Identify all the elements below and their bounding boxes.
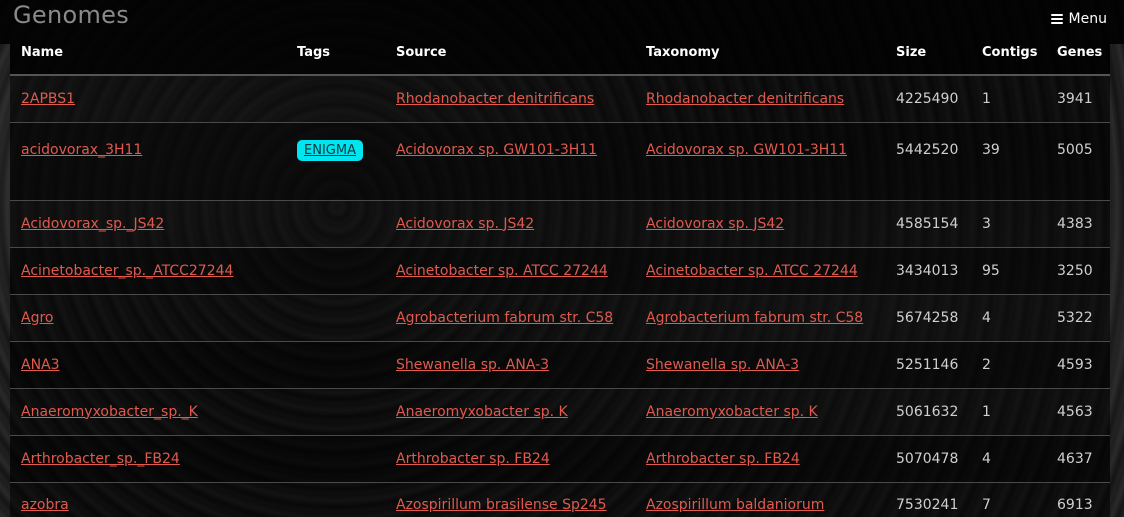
table-row: 2APBS1 Rhodanobacter denitrificans Rhoda… <box>10 75 1110 122</box>
column-header-tags[interactable]: Tags <box>286 44 385 76</box>
genome-name-link[interactable]: Acidovorax_sp._JS42 <box>21 216 164 232</box>
source-link[interactable]: Agrobacterium fabrum str. C58 <box>396 310 613 326</box>
size-cell: 5442520 <box>896 141 959 158</box>
genomes-table: Name Tags Source Taxonomy Size Contigs G… <box>10 44 1110 517</box>
genes-cell: 6913 <box>1057 496 1093 513</box>
column-header-name[interactable]: Name <box>10 44 286 76</box>
size-cell: 5674258 <box>896 309 959 326</box>
source-link[interactable]: Shewanella sp. ANA-3 <box>396 357 549 373</box>
source-link[interactable]: Acidovorax sp. GW101-3H11 <box>396 142 597 158</box>
genes-cell: 5005 <box>1057 141 1093 158</box>
contigs-cell: 1 <box>982 403 991 420</box>
genome-name-link[interactable]: Acinetobacter_sp._ATCC27244 <box>21 263 233 279</box>
contigs-cell: 95 <box>982 262 1000 279</box>
genome-name-link[interactable]: Agro <box>21 310 53 326</box>
column-header-taxonomy[interactable]: Taxonomy <box>635 44 885 76</box>
genome-name-link[interactable]: ANA3 <box>21 357 60 373</box>
taxonomy-link[interactable]: Anaeromyxobacter sp. K <box>646 404 818 420</box>
genome-name-link[interactable]: Arthrobacter_sp._FB24 <box>21 451 180 467</box>
tag-badge[interactable]: ENIGMA <box>297 139 363 161</box>
size-cell: 4225490 <box>896 90 959 107</box>
genes-cell: 5322 <box>1057 309 1093 326</box>
contigs-cell: 1 <box>982 90 991 107</box>
table-row: Agro Agrobacterium fabrum str. C58 Agrob… <box>10 294 1110 341</box>
taxonomy-link[interactable]: Shewanella sp. ANA-3 <box>646 357 799 373</box>
column-header-source[interactable]: Source <box>385 44 635 76</box>
taxonomy-link[interactable]: Rhodanobacter denitrificans <box>646 91 844 107</box>
size-cell: 5251146 <box>896 356 959 373</box>
genes-cell: 4593 <box>1057 356 1093 373</box>
table-row: Anaeromyxobacter_sp._K Anaeromyxobacter … <box>10 388 1110 435</box>
genome-name-link[interactable]: acidovorax_3H11 <box>21 142 142 158</box>
menu-button[interactable]: Menu <box>1050 11 1107 27</box>
genes-cell: 3250 <box>1057 262 1093 279</box>
hamburger-icon <box>1050 14 1063 24</box>
size-cell: 4585154 <box>896 215 959 232</box>
table-header: Name Tags Source Taxonomy Size Contigs G… <box>10 44 1110 76</box>
contigs-cell: 2 <box>982 356 991 373</box>
contigs-cell: 4 <box>982 309 991 326</box>
table-row: azobra Azospirillum brasilense Sp245 Azo… <box>10 482 1110 517</box>
menu-label: Menu <box>1068 11 1107 27</box>
source-link[interactable]: Acinetobacter sp. ATCC 27244 <box>396 263 608 279</box>
genome-name-link[interactable]: 2APBS1 <box>21 91 75 107</box>
contigs-cell: 39 <box>982 141 1000 158</box>
contigs-cell: 3 <box>982 215 991 232</box>
taxonomy-link[interactable]: Acinetobacter sp. ATCC 27244 <box>646 263 858 279</box>
genes-cell: 3941 <box>1057 90 1093 107</box>
genome-name-link[interactable]: Anaeromyxobacter_sp._K <box>21 404 198 420</box>
column-header-size[interactable]: Size <box>885 44 971 76</box>
table-row: ANA3 Shewanella sp. ANA-3 Shewanella sp.… <box>10 341 1110 388</box>
source-link[interactable]: Rhodanobacter denitrificans <box>396 91 594 107</box>
table-body: 2APBS1 Rhodanobacter denitrificans Rhoda… <box>10 75 1110 517</box>
column-header-genes[interactable]: Genes <box>1046 44 1110 76</box>
genes-cell: 4637 <box>1057 450 1093 467</box>
source-link[interactable]: Azospirillum brasilense Sp245 <box>396 497 607 513</box>
size-cell: 3434013 <box>896 262 959 279</box>
source-link[interactable]: Anaeromyxobacter sp. K <box>396 404 568 420</box>
taxonomy-link[interactable]: Acidovorax sp. GW101-3H11 <box>646 142 847 158</box>
taxonomy-link[interactable]: Agrobacterium fabrum str. C58 <box>646 310 863 326</box>
taxonomy-link[interactable]: Arthrobacter sp. FB24 <box>646 451 800 467</box>
contigs-cell: 4 <box>982 450 991 467</box>
size-cell: 7530241 <box>896 496 959 513</box>
table-row: Arthrobacter_sp._FB24 Arthrobacter sp. F… <box>10 435 1110 482</box>
size-cell: 5070478 <box>896 450 959 467</box>
genome-name-link[interactable]: azobra <box>21 497 69 513</box>
size-cell: 5061632 <box>896 403 959 420</box>
column-header-contigs[interactable]: Contigs <box>971 44 1046 76</box>
table-row: acidovorax_3H11 ENIGMA Acidovorax sp. GW… <box>10 122 1110 200</box>
genes-cell: 4383 <box>1057 215 1093 232</box>
taxonomy-link[interactable]: Azospirillum baldaniorum <box>646 497 824 513</box>
table-row: Acidovorax_sp._JS42 Acidovorax sp. JS42 … <box>10 200 1110 247</box>
source-link[interactable]: Acidovorax sp. JS42 <box>396 216 534 232</box>
contigs-cell: 7 <box>982 496 991 513</box>
page-title: Genomes <box>13 1 130 29</box>
source-link[interactable]: Arthrobacter sp. FB24 <box>396 451 550 467</box>
top-bar: Genomes Menu <box>0 0 1124 44</box>
table-row: Acinetobacter_sp._ATCC27244 Acinetobacte… <box>10 247 1110 294</box>
taxonomy-link[interactable]: Acidovorax sp. JS42 <box>646 216 784 232</box>
genes-cell: 4563 <box>1057 403 1093 420</box>
